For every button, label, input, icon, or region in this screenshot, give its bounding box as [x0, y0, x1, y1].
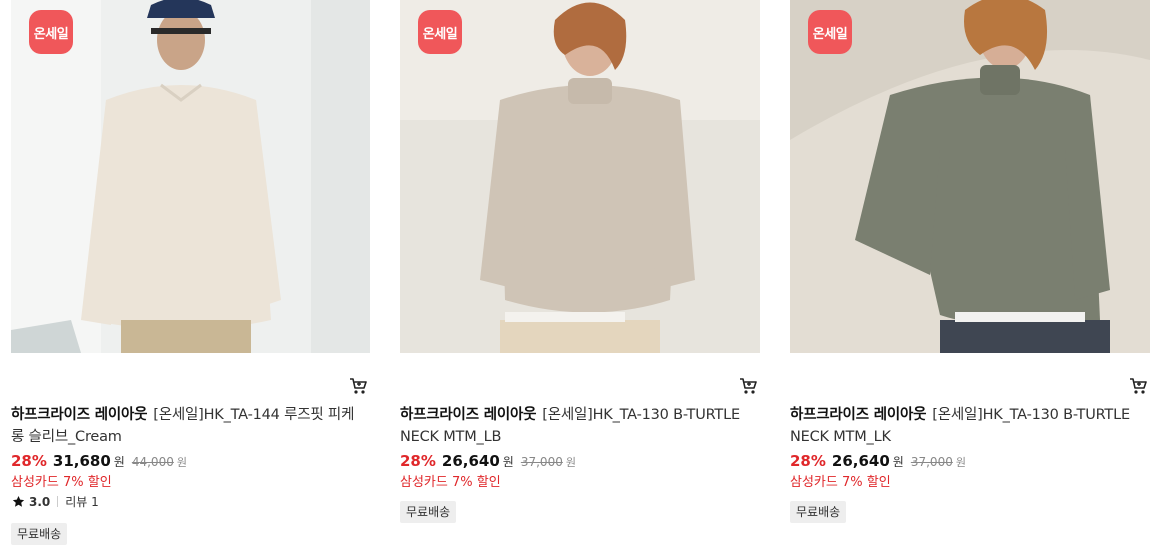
- rating-value: 3.0: [29, 494, 51, 509]
- original-currency-label: 원: [565, 456, 576, 469]
- currency-label: 원: [113, 455, 125, 469]
- currency-label: 원: [892, 455, 904, 469]
- original-price: 44,000: [131, 455, 174, 469]
- on-sale-badge: 온세일: [808, 10, 852, 54]
- review-count[interactable]: 리뷰 1: [65, 493, 99, 510]
- sale-price: 31,680: [52, 452, 111, 470]
- add-to-cart-icon[interactable]: [348, 376, 368, 396]
- card-discount: 삼성카드 7% 할인: [400, 475, 501, 490]
- star-icon: [12, 495, 25, 507]
- free-shipping-badge: 무료배송: [790, 501, 847, 523]
- price-row: 28% 26,640 원 37,000 원: [790, 452, 966, 470]
- price-row: 28% 26,640 원 37,000 원: [400, 452, 576, 470]
- product-image[interactable]: 온세일: [790, 0, 1150, 353]
- divider: [57, 496, 59, 507]
- discount-rate: 28%: [790, 452, 826, 470]
- original-currency-label: 원: [955, 456, 966, 469]
- product-title[interactable]: 하프크라이즈 레이아웃 [온세일]HK_TA-130 B-TURTLE NECK …: [400, 404, 760, 448]
- original-currency-label: 원: [176, 456, 187, 469]
- on-sale-badge: 온세일: [29, 10, 73, 54]
- discount-rate: 28%: [400, 452, 436, 470]
- review-summary[interactable]: 3.0 리뷰 1: [12, 493, 99, 510]
- product-image[interactable]: 온세일: [11, 0, 370, 353]
- original-price: 37,000: [520, 455, 563, 469]
- add-to-cart-icon[interactable]: [1128, 376, 1148, 396]
- card-discount: 삼성카드 7% 할인: [790, 475, 891, 490]
- free-shipping-badge: 무료배송: [400, 501, 457, 523]
- brand-name[interactable]: 하프크라이즈 레이아웃: [11, 407, 147, 423]
- price-row: 28% 31,680 원 44,000 원: [11, 452, 187, 470]
- on-sale-badge: 온세일: [418, 10, 462, 54]
- product-image[interactable]: 온세일: [400, 0, 760, 353]
- discount-rate: 28%: [11, 452, 47, 470]
- product-card[interactable]: 온세일 하프크라이즈 레이아웃 [온세일]HK_TA-130 B-TURTLE N…: [790, 0, 1150, 553]
- sale-price: 26,640: [441, 452, 500, 470]
- product-title[interactable]: 하프크라이즈 레이아웃 [온세일]HK_TA-144 루즈핏 피케 롱 슬리브_C…: [11, 404, 370, 448]
- original-price: 37,000: [910, 455, 953, 469]
- product-card[interactable]: 온세일 하프크라이즈 레이아웃 [온세일]HK_TA-130 B-TURTLE N…: [400, 0, 760, 553]
- free-shipping-badge: 무료배송: [11, 523, 68, 545]
- add-to-cart-icon[interactable]: [738, 376, 758, 396]
- currency-label: 원: [502, 455, 514, 469]
- sale-price: 26,640: [831, 452, 890, 470]
- brand-name[interactable]: 하프크라이즈 레이아웃: [400, 407, 536, 423]
- product-card[interactable]: 온세일 하프크라이즈 레이아웃 [온세일]HK_TA-144 루즈핏 피케 롱 슬…: [11, 0, 370, 553]
- product-title[interactable]: 하프크라이즈 레이아웃 [온세일]HK_TA-130 B-TURTLE NECK …: [790, 404, 1150, 448]
- card-discount: 삼성카드 7% 할인: [11, 475, 112, 490]
- brand-name[interactable]: 하프크라이즈 레이아웃: [790, 407, 926, 423]
